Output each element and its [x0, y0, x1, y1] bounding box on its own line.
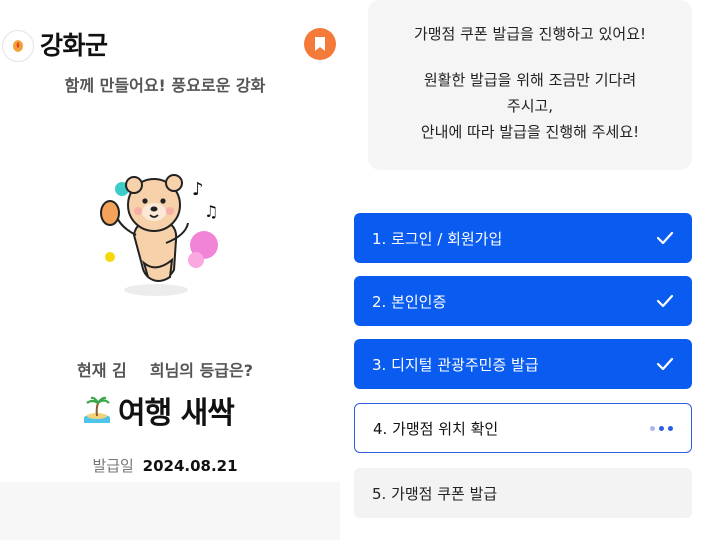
- step-label: 3. 디지털 관광주민증 발급: [372, 355, 539, 374]
- bookmark-icon: [315, 37, 325, 51]
- step-label: 2. 본인인증: [372, 292, 447, 311]
- notice-line-1: 가맹점 쿠폰 발급을 진행하고 있어요!: [413, 25, 647, 43]
- region-title: 강화군: [40, 31, 108, 60]
- step-label: 5. 가맹점 쿠폰 발급: [372, 484, 498, 503]
- step-label: 1. 로그인 / 회원가입: [372, 229, 503, 248]
- step-store-location[interactable]: 4. 가맹점 위치 확인: [354, 403, 692, 453]
- footer-band: [0, 482, 340, 540]
- issue-date-value: 2024.08.21: [142, 457, 238, 475]
- grade-badge: 여행 새싹: [82, 388, 235, 432]
- svg-text:♪: ♪: [192, 179, 204, 200]
- loading-dots-icon: [650, 425, 673, 431]
- notice-line-2: 원활한 발급을 위해 조금만 기다려: [423, 71, 637, 89]
- issue-date-row: 발급일 2024.08.21: [0, 455, 330, 476]
- slogan: 함께 만들어요! 풍요로운 강화: [64, 76, 266, 95]
- id-card-panel: 강화군 함께 만들어요! 풍요로운 강화 ♪ ♫ 현재 김 희님의 등급은? 여…: [0, 0, 340, 540]
- issue-date-label: 발급일: [92, 457, 134, 475]
- step-label: 4. 가맹점 위치 확인: [373, 419, 499, 438]
- grade-question: 현재 김 희님의 등급은?: [0, 357, 330, 381]
- step-login[interactable]: 1. 로그인 / 회원가입: [354, 213, 692, 263]
- grade-name: 여행 새싹: [118, 396, 235, 431]
- check-icon: [656, 231, 674, 245]
- step-identity-verification[interactable]: 2. 본인인증: [354, 276, 692, 326]
- issuance-progress-panel: 가맹점 쿠폰 발급을 진행하고 있어요! 원활한 발급을 위해 조금만 기다려 …: [354, 0, 720, 540]
- bookmark-button[interactable]: [304, 28, 336, 60]
- bear-mascot-illustration: ♪ ♫: [100, 174, 218, 296]
- check-icon: [656, 294, 674, 308]
- check-icon: [656, 357, 674, 371]
- region-logo-icon: [2, 30, 34, 62]
- notice-line-4: 안내에 따라 발급을 진행해 주세요!: [420, 123, 640, 141]
- notice-line-3: 주시고,: [506, 97, 554, 115]
- island-icon: [84, 396, 110, 423]
- svg-text:♫: ♫: [204, 202, 218, 221]
- notice-box: 가맹점 쿠폰 발급을 진행하고 있어요! 원활한 발급을 위해 조금만 기다려 …: [368, 0, 692, 170]
- step-digital-id-issue[interactable]: 3. 디지털 관광주민증 발급: [354, 339, 692, 389]
- grade-prefix: 현재 김: [76, 361, 127, 380]
- grade-suffix: 희님의 등급은?: [149, 361, 254, 380]
- step-coupon-issue[interactable]: 5. 가맹점 쿠폰 발급: [354, 468, 692, 518]
